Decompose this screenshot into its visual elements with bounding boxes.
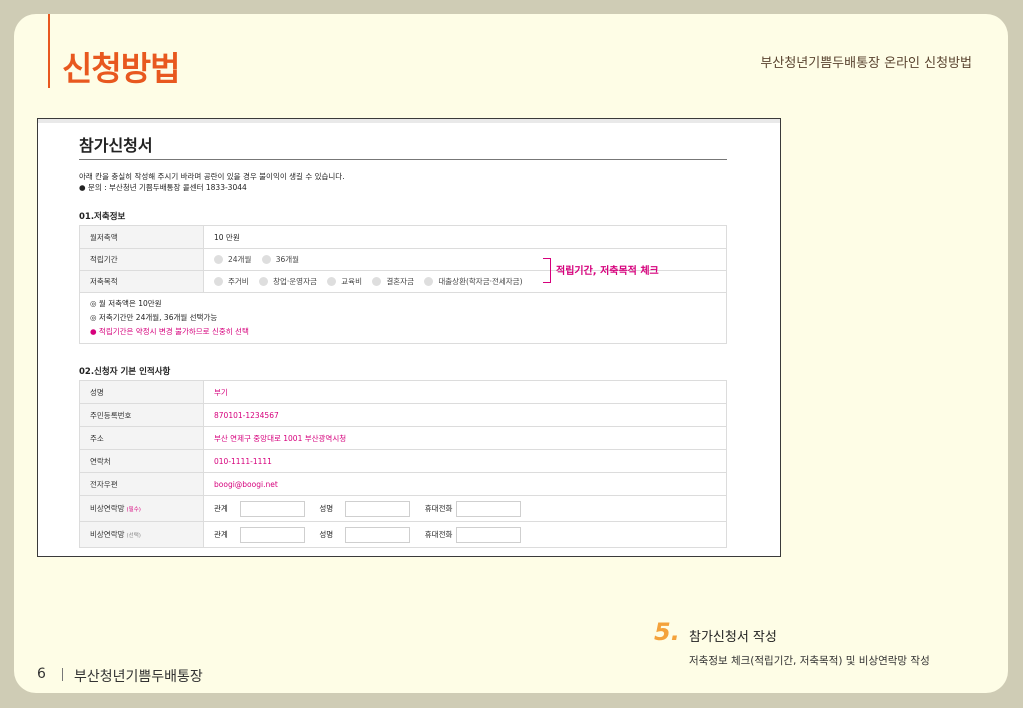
purpose-option[interactable]: 교육비 (327, 276, 362, 287)
emergency-name-label: 성명 (319, 503, 334, 513)
resident-number-value[interactable]: 870101-1234567 (203, 403, 727, 427)
step-title: 참가신청서 작성 (689, 630, 777, 645)
radio-icon[interactable] (372, 276, 382, 286)
note-warning: ● 적립기간은 약정시 변경 불가하므로 신중히 선택 (90, 327, 249, 336)
form-screenshot: 참가신청서 아래 칸을 충실히 작성해 주시기 바라며 공란이 있을 경우 불이… (37, 118, 781, 557)
radio-icon[interactable] (259, 276, 269, 286)
note-line: ◎ 월 저축액은 10만원 (90, 299, 162, 308)
relation-label: 관계 (214, 503, 228, 513)
optional-tag: (선택) (126, 533, 141, 539)
email-value[interactable]: boogi@boogi.net (203, 472, 727, 496)
emergency-required-fields: 관계 성명 휴대전화 (203, 495, 727, 522)
page-number: 6 (37, 666, 46, 682)
form-intro: 아래 칸을 충실히 작성해 주시기 바라며 공란이 있을 경우 불이익이 생길 … (79, 172, 345, 181)
step-description: 저축정보 체크(적립기간, 저축목적) 및 비상연락망 작성 (689, 655, 930, 667)
radio-icon[interactable] (327, 276, 337, 286)
address-label: 주소 (79, 426, 204, 450)
section-savings-title: 01.저축정보 (79, 212, 126, 222)
address-value[interactable]: 부산 연제구 중앙대로 1001 부산광역시청 (203, 426, 727, 450)
mobile-input[interactable] (455, 526, 521, 543)
title-divider (79, 159, 727, 160)
radio-icon[interactable] (261, 254, 271, 264)
form-contact: ● 문의 : 부산청년 기쁨두배통장 콜센터 1833-3044 (79, 183, 247, 192)
section-applicant-title: 02.신청자 기본 인적사항 (79, 367, 171, 377)
resident-number-label: 주민등록번호 (79, 403, 204, 427)
savings-table: 월저축액 10 만원 적립기간 24개월 36개월 저축목적 주거비 창업·운영… (79, 225, 727, 344)
footer-divider (62, 668, 63, 681)
table-row: 월저축액 10 만원 (79, 225, 727, 249)
phone-label: 연락처 (79, 449, 204, 473)
purpose-option[interactable]: 결혼자금 (372, 276, 414, 287)
period-label: 적립기간 (79, 248, 204, 271)
relation-label: 관계 (214, 529, 228, 539)
table-row: 연락처 010-1111-1111 (79, 449, 727, 473)
relation-input[interactable] (240, 526, 305, 543)
annotation-label: 적립기간, 저축목적 체크 (556, 266, 659, 277)
mobile-label: 휴대전화 (424, 503, 453, 513)
table-row: 전자우편 boogi@boogi.net (79, 472, 727, 496)
footer-title: 부산청년기쁨두배통장 (74, 669, 203, 685)
page-title: 신청방법 (62, 49, 180, 88)
emergency-name-input[interactable] (345, 526, 411, 543)
table-row: 주민등록번호 870101-1234567 (79, 403, 727, 427)
accent-line (48, 14, 50, 88)
annotation-bracket (543, 258, 551, 283)
radio-icon[interactable] (214, 276, 223, 286)
period-option[interactable]: 24개월 (214, 254, 251, 265)
emergency-optional-label: 비상연락망 (선택) (79, 521, 204, 548)
emergency-name-input[interactable] (345, 500, 411, 517)
table-row: 비상연락망 (필수) 관계 성명 휴대전화 (79, 495, 727, 522)
required-tag: (필수) (126, 507, 141, 513)
note-line: ◎ 저축기간만 24개월, 36개월 선택가능 (90, 313, 218, 322)
document-header: 부산청년기쁨두배통장 온라인 신청방법 (760, 56, 972, 71)
purpose-option[interactable]: 주거비 (214, 276, 249, 287)
purpose-label: 저축목적 (79, 270, 204, 293)
table-row: 주소 부산 연제구 중앙대로 1001 부산광역시청 (79, 426, 727, 450)
emergency-name-label: 성명 (319, 529, 334, 539)
emergency-optional-fields: 관계 성명 휴대전화 (203, 521, 727, 548)
monthly-value: 10 만원 (203, 225, 727, 249)
phone-value[interactable]: 010-1111-1111 (203, 449, 727, 473)
applicant-table: 성명 부기 주민등록번호 870101-1234567 주소 부산 연제구 중앙… (79, 380, 727, 548)
radio-icon[interactable] (214, 254, 223, 264)
emergency-required-label: 비상연락망 (필수) (79, 495, 204, 522)
purpose-option[interactable]: 대출상환(학자금·전세자금) (424, 276, 523, 287)
form-title: 참가신청서 (79, 136, 153, 155)
radio-icon[interactable] (424, 276, 434, 286)
table-row: 비상연락망 (선택) 관계 성명 휴대전화 (79, 521, 727, 548)
browser-top-bar (38, 119, 780, 123)
mobile-input[interactable] (455, 500, 521, 517)
mobile-label: 휴대전화 (424, 529, 453, 539)
step-number: 5. (654, 618, 680, 646)
table-row: ◎ 월 저축액은 10만원 ◎ 저축기간만 24개월, 36개월 선택가능 ● … (79, 292, 727, 344)
name-label: 성명 (79, 380, 204, 404)
relation-input[interactable] (240, 500, 305, 517)
purpose-option[interactable]: 창업·운영자금 (259, 276, 317, 287)
name-value[interactable]: 부기 (203, 380, 727, 404)
monthly-label: 월저축액 (79, 225, 204, 249)
email-label: 전자우편 (79, 472, 204, 496)
table-row: 성명 부기 (79, 380, 727, 404)
savings-notes: ◎ 월 저축액은 10만원 ◎ 저축기간만 24개월, 36개월 선택가능 ● … (79, 292, 727, 344)
period-option[interactable]: 36개월 (261, 254, 299, 265)
